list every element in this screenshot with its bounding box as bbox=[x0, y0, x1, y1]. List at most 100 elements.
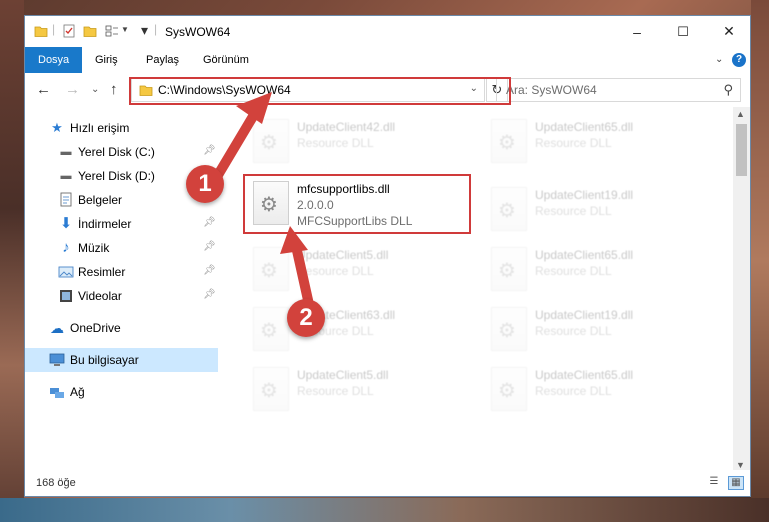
sidebar-item-this-pc[interactable]: Bu bilgisayar bbox=[25, 348, 218, 372]
file-name: UpdateClient65.dll bbox=[535, 368, 634, 382]
file-type: Resource DLL bbox=[297, 264, 374, 278]
scroll-up-icon[interactable]: ▲ bbox=[736, 109, 745, 119]
file-type: Resource DLL bbox=[535, 384, 612, 398]
close-icon: ✕ bbox=[723, 23, 735, 39]
dll-file-icon: ⚙ bbox=[253, 307, 289, 351]
dll-file-icon: ⚙ bbox=[491, 307, 527, 351]
sidebar-item-local-disk-c[interactable]: ▬ Yerel Disk (C:) 📌︎ bbox=[25, 141, 218, 163]
sidebar-item-pictures[interactable]: Resimler 📌︎ bbox=[25, 261, 218, 283]
help-icon[interactable]: ? bbox=[732, 53, 746, 67]
customize-icon[interactable] bbox=[105, 24, 119, 38]
file-explorer-window: | ▼ ▾ | SysWOW64 – ☐ ✕ Dosya Giriş Payla… bbox=[24, 15, 751, 497]
large-icons-view-icon[interactable]: ▦ bbox=[728, 476, 744, 490]
sidebar-item-downloads[interactable]: ⬇ İndirmeler 📌︎ bbox=[25, 213, 218, 235]
maximize-button[interactable]: ☐ bbox=[660, 16, 706, 47]
file-type: Resource DLL bbox=[535, 136, 612, 150]
list-item[interactable]: ⚙ UpdateClient5.dll Resource DLL bbox=[247, 363, 477, 415]
forward-arrow-icon[interactable]: → bbox=[65, 81, 80, 98]
search-placeholder: Ara: SysWOW64 bbox=[506, 83, 597, 97]
folder-icon bbox=[34, 26, 48, 37]
dll-file-icon: ⚙ bbox=[253, 367, 289, 411]
sidebar-item-label: Yerel Disk (D:) bbox=[78, 169, 155, 183]
quick-access-dropdown-icon[interactable]: ▼ bbox=[121, 25, 129, 34]
list-item[interactable]: ⚙ UpdateClient65.dll Resource DLL bbox=[485, 115, 715, 167]
back-arrow-icon[interactable]: ← bbox=[36, 81, 51, 98]
expand-ribbon-icon[interactable]: ⌄ bbox=[715, 54, 723, 65]
file-name: UpdateClient65.dll bbox=[535, 120, 634, 134]
file-name: UpdateClient19.dll bbox=[535, 188, 634, 202]
callout-badge-2: 2 bbox=[287, 299, 325, 337]
dll-file-icon: ⚙ bbox=[491, 367, 527, 411]
file-name: UpdateClient5.dll bbox=[297, 248, 389, 262]
pin-icon: 📌︎ bbox=[203, 265, 216, 276]
minimize-button[interactable]: – bbox=[614, 16, 660, 47]
tab-share[interactable]: Paylaş bbox=[136, 47, 189, 73]
sidebar-item-quick-access[interactable]: ★ Hızlı erişim bbox=[25, 117, 218, 139]
pin-icon: 📌︎ bbox=[203, 145, 216, 156]
scrollbar-thumb[interactable] bbox=[736, 124, 747, 176]
sidebar-item-label: Bu bilgisayar bbox=[70, 353, 139, 367]
list-item[interactable]: ⚙ UpdateClient65.dll Resource DLL bbox=[485, 243, 715, 295]
list-item[interactable]: ⚙ UpdateClient19.dll Resource DLL bbox=[485, 183, 715, 235]
dll-file-icon: ⚙ bbox=[491, 247, 527, 291]
list-item[interactable]: ⚙ UpdateClient5.dll Resource DLL bbox=[247, 243, 477, 295]
close-button[interactable]: ✕ bbox=[706, 16, 750, 47]
sidebar-item-onedrive[interactable]: ☁ OneDrive bbox=[25, 317, 218, 339]
file-type: Resource DLL bbox=[297, 384, 374, 398]
dll-file-icon: ⚙ bbox=[491, 119, 527, 163]
sidebar-item-label: Müzik bbox=[78, 241, 110, 255]
network-icon bbox=[50, 388, 64, 398]
separator: | bbox=[52, 22, 56, 36]
search-box[interactable]: Ara: SysWOW64 ⚲ bbox=[496, 78, 741, 102]
list-item[interactable]: ⚙ UpdateClient19.dll Resource DLL bbox=[485, 303, 715, 355]
sidebar-item-network[interactable]: Ağ bbox=[25, 381, 218, 403]
vertical-scrollbar[interactable]: ▲ ▼ bbox=[733, 107, 750, 472]
search-icon: ⚲ bbox=[723, 82, 733, 97]
window-title: SysWOW64 bbox=[165, 25, 231, 39]
recent-locations-chevron-icon[interactable]: ⌄ bbox=[91, 84, 99, 95]
sidebar-item-videos[interactable]: Videolar 📌︎ bbox=[25, 285, 218, 307]
quick-access-toolbar-chevron-icon[interactable]: ▾ bbox=[141, 22, 148, 39]
sidebar-item-label: OneDrive bbox=[70, 321, 121, 335]
details-view-icon[interactable]: ☰ bbox=[706, 476, 722, 490]
list-item[interactable]: ⚙ UpdateClient65.dll Resource DLL bbox=[485, 363, 715, 415]
music-note-icon: ♪ bbox=[62, 239, 70, 256]
tab-file[interactable]: Dosya bbox=[25, 47, 83, 73]
title-bar: | ▼ ▾ | SysWOW64 – ☐ ✕ bbox=[25, 16, 750, 47]
file-type: Resource DLL bbox=[535, 324, 612, 338]
sidebar-item-label: Hızlı erişim bbox=[70, 121, 130, 135]
sidebar-item-label: Ağ bbox=[70, 385, 85, 399]
file-type: Resource DLL bbox=[535, 264, 612, 278]
file-name: UpdateClient19.dll bbox=[535, 308, 634, 322]
status-bar: 168 öğe ☰ ▦ bbox=[25, 470, 750, 496]
pin-icon: 📌︎ bbox=[203, 289, 216, 300]
desktop-wallpaper-right bbox=[751, 0, 769, 522]
file-type: Resource DLL bbox=[535, 204, 612, 218]
sidebar-item-label: Belgeler bbox=[78, 193, 123, 207]
pin-icon: 📌︎ bbox=[203, 241, 216, 252]
new-folder-icon[interactable] bbox=[83, 24, 97, 38]
file-type: Resource DLL bbox=[297, 136, 374, 150]
sidebar-item-label: Resimler bbox=[78, 265, 126, 279]
download-arrow-icon: ⬇ bbox=[59, 215, 73, 232]
item-count: 168 öğe bbox=[36, 477, 76, 489]
minimize-icon: – bbox=[633, 23, 641, 40]
ribbon-tabs: Dosya Giriş Paylaş Görünüm ⌄ ? bbox=[25, 47, 750, 74]
file-name: UpdateClient42.dll bbox=[297, 120, 396, 134]
desktop-wallpaper-bottom bbox=[0, 498, 769, 522]
scroll-down-icon[interactable]: ▼ bbox=[736, 460, 745, 470]
properties-icon[interactable] bbox=[62, 24, 76, 38]
dll-file-icon: ⚙ bbox=[253, 119, 289, 163]
separator: | bbox=[154, 22, 158, 36]
tab-view[interactable]: Görünüm bbox=[193, 47, 259, 73]
tab-home[interactable]: Giriş bbox=[85, 47, 128, 73]
file-highlight-box bbox=[243, 174, 471, 234]
sidebar-item-music[interactable]: ♪ Müzik 📌︎ bbox=[25, 237, 218, 259]
file-list: ⚙ UpdateClient42.dll Resource DLL ⚙ mfcs… bbox=[241, 107, 735, 470]
dll-file-icon: ⚙ bbox=[491, 187, 527, 231]
computer-icon bbox=[49, 353, 65, 366]
list-item[interactable]: ⚙ UpdateClient42.dll Resource DLL bbox=[247, 115, 477, 167]
sidebar-item-label: İndirmeler bbox=[78, 217, 132, 231]
up-arrow-icon[interactable]: ↑ bbox=[110, 81, 118, 98]
list-item[interactable]: ⚙ UpdateClient63.dll Resource DLL bbox=[247, 303, 477, 355]
